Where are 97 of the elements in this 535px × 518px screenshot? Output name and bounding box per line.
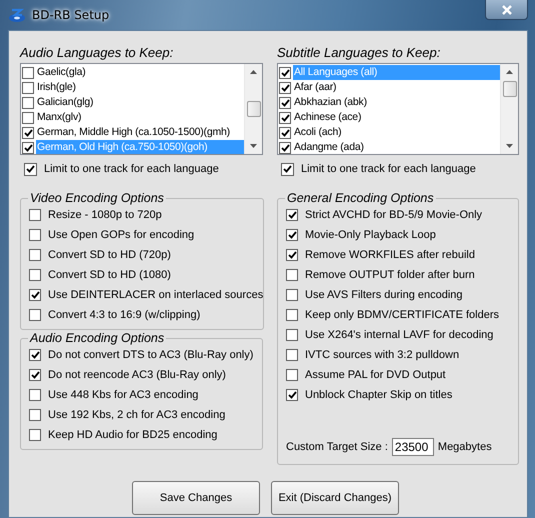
- close-icon: [502, 4, 512, 14]
- checkbox-label: Keep HD Audio for BD25 encoding: [48, 429, 218, 441]
- checkbox-label: Movie-Only Playback Loop: [305, 229, 436, 241]
- checkbox[interactable]: [22, 112, 34, 124]
- checkbox[interactable]: [29, 249, 41, 261]
- checkbox[interactable]: [22, 126, 34, 138]
- checkbox[interactable]: [286, 249, 298, 261]
- checkbox-label: Remove WORKFILES after rebuild: [305, 249, 475, 261]
- dialog-button[interactable]: Save Changes: [132, 481, 260, 515]
- disc-icon: [8, 7, 26, 23]
- language-item[interactable]: German, Middle High (ca.1050-1500)(gmh): [36, 125, 244, 140]
- section-heading: Subtitle Languages to Keep:: [277, 45, 442, 60]
- checkbox[interactable]: [22, 96, 34, 108]
- check-icon: [30, 351, 40, 359]
- checkbox[interactable]: [22, 66, 34, 78]
- language-list[interactable]: All Languages (all) Afar (aar) Abkhazian (abk) Achinese (ace) Acoli (ach) Adangme (ada): [277, 63, 519, 155]
- language-item[interactable]: Galician(glg): [36, 95, 244, 110]
- check-icon: [288, 391, 296, 399]
- checkbox[interactable]: [286, 309, 298, 321]
- field-label: Custom Target Size :: [286, 441, 388, 453]
- checkbox[interactable]: [286, 209, 298, 221]
- language-item[interactable]: Adangme (ada): [293, 140, 500, 154]
- checkbox[interactable]: [29, 209, 41, 221]
- unit-label: Megabytes: [438, 441, 492, 453]
- checkbox[interactable]: [29, 409, 41, 421]
- check-icon: [283, 165, 292, 173]
- language-item[interactable]: Achinese (ace): [293, 110, 500, 125]
- input-field[interactable]: 23500: [392, 438, 434, 456]
- scrollbar[interactable]: [500, 64, 518, 154]
- checkbox[interactable]: [29, 429, 41, 441]
- checkbox[interactable]: [286, 269, 298, 281]
- checkbox[interactable]: [279, 96, 291, 108]
- checkbox[interactable]: [286, 289, 298, 301]
- check-icon: [288, 231, 296, 239]
- group-title: Video Encoding Options: [29, 191, 165, 205]
- section-heading: Audio Languages to Keep:: [20, 45, 174, 60]
- checkbox[interactable]: [286, 229, 298, 241]
- checkbox-label: Do not reencode AC3 (Blu-Ray only): [48, 369, 226, 381]
- checkbox[interactable]: [286, 349, 298, 361]
- checkbox-label: Use 448 Kbs for AC3 encoding: [48, 389, 198, 401]
- checkbox[interactable]: [279, 112, 291, 124]
- checkbox[interactable]: [286, 389, 298, 401]
- checkbox-label: Use DEINTERLACER on interlaced sources: [48, 289, 264, 301]
- checkbox-label: Do not convert DTS to AC3 (Blu-Ray only): [48, 349, 254, 361]
- checkbox-label: IVTC sources with 3:2 pulldown: [305, 349, 460, 361]
- checkbox[interactable]: [279, 126, 291, 138]
- checkbox[interactable]: [286, 369, 298, 381]
- language-item[interactable]: Manx(glv): [36, 110, 244, 125]
- checkbox[interactable]: [29, 369, 41, 381]
- checkbox[interactable]: [22, 142, 34, 154]
- checkbox-label: Assume PAL for DVD Output: [305, 369, 446, 381]
- checkbox[interactable]: [29, 229, 41, 241]
- check-icon: [26, 165, 35, 173]
- checkbox-label: Resize - 1080p to 720p: [48, 209, 162, 221]
- group-title: General Encoding Options: [286, 191, 435, 205]
- language-item[interactable]: Irish(gle): [36, 80, 244, 95]
- language-item[interactable]: Afar (aar): [293, 80, 500, 95]
- checkbox-label: Strict AVCHD for BD-5/9 Movie-Only: [305, 209, 482, 221]
- language-list[interactable]: Gaelic(gla) Irish(gle) Galician(glg) Manx(glv) German, Middle High (ca.1050-1500)(gmh) German, Old High (ca.750-1050)(goh): [20, 63, 263, 155]
- check-icon: [30, 371, 40, 379]
- checkbox[interactable]: [29, 349, 41, 361]
- dialog-button[interactable]: Exit (Discard Changes): [271, 481, 399, 515]
- checkbox-label: Use X264's internal LAVF for decoding: [305, 329, 494, 341]
- language-item[interactable]: Abkhazian (abk): [293, 95, 500, 110]
- checkbox-label: Unblock Chapter Skip on titles: [305, 389, 452, 401]
- language-item[interactable]: Acoli (ach): [293, 125, 500, 140]
- scroll-thumb[interactable]: [502, 81, 516, 97]
- checkbox[interactable]: [279, 142, 291, 154]
- checkbox[interactable]: [29, 269, 41, 281]
- checkbox[interactable]: [24, 162, 37, 176]
- check-icon: [288, 251, 296, 259]
- check-icon: [30, 291, 40, 299]
- check-icon: [288, 211, 296, 219]
- scrollbar[interactable]: [244, 64, 262, 154]
- checkbox[interactable]: [279, 66, 291, 78]
- checkbox[interactable]: [29, 309, 41, 321]
- checkbox[interactable]: [286, 329, 298, 341]
- checkbox-label: Keep only BDMV/CERTIFICATE folders: [305, 309, 499, 321]
- checkbox-label: Convert 4:3 to 16:9 (w/clipping): [48, 309, 200, 321]
- checkbox[interactable]: [29, 289, 41, 301]
- checkbox[interactable]: [22, 82, 34, 94]
- window-title: BD-RB Setup: [32, 8, 110, 22]
- checkbox-label: Limit to one track for each language: [301, 163, 476, 175]
- checkbox[interactable]: [29, 389, 41, 401]
- checkbox-label: Remove OUTPUT folder after burn: [305, 269, 475, 281]
- checkbox[interactable]: [279, 82, 291, 94]
- checkbox-label: Use AVS Filters during encoding: [305, 289, 463, 301]
- checkbox-label: Convert SD to HD (720p): [48, 249, 171, 261]
- checkbox[interactable]: [281, 162, 294, 176]
- checkbox-label: Limit to one track for each language: [44, 163, 219, 175]
- close-button[interactable]: [485, 0, 528, 20]
- scroll-thumb[interactable]: [246, 101, 260, 117]
- language-item[interactable]: Gaelic(gla): [36, 65, 244, 80]
- checkbox-label: Convert SD to HD (1080): [48, 269, 171, 281]
- group-title: Audio Encoding Options: [28, 331, 166, 345]
- checkbox-label: Use Open GOPs for encoding: [48, 229, 194, 241]
- checkbox-label: Use 192 Kbs, 2 ch for AC3 encoding: [48, 409, 226, 421]
